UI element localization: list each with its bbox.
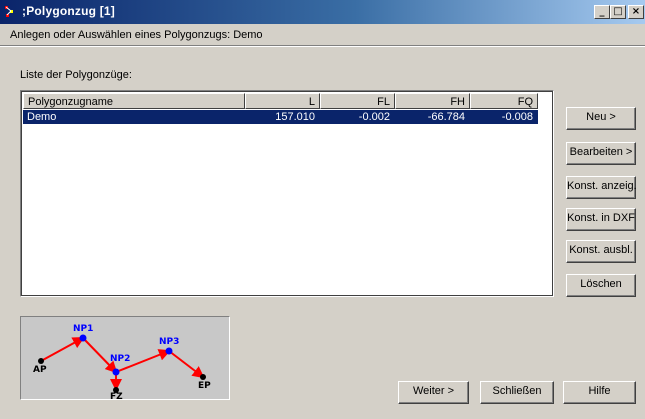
polygonzug-preview: AP NP1 NP2 NP3 EP FZ bbox=[20, 316, 230, 400]
konst-ausbl-button[interactable]: Konst. ausbl. bbox=[566, 240, 636, 263]
column-header-l[interactable]: L bbox=[245, 93, 320, 109]
konst-in-dxf-button[interactable]: Konst. in DXF bbox=[566, 208, 636, 231]
node-ap bbox=[38, 358, 44, 364]
edge-np3-ep bbox=[168, 350, 205, 379]
node-np2 bbox=[112, 368, 120, 376]
label-fz: FZ bbox=[110, 392, 123, 399]
polygonzug-diagram: AP NP1 NP2 NP3 EP FZ bbox=[33, 324, 211, 399]
list-header: Polygonzugname L FL FH FQ bbox=[23, 93, 553, 109]
column-header-fl[interactable]: FL bbox=[320, 93, 395, 109]
neu-button[interactable]: Neu > bbox=[566, 107, 636, 130]
weiter-button[interactable]: Weiter > bbox=[398, 381, 469, 404]
cell-fq: -0.008 bbox=[501, 111, 533, 123]
node-np1 bbox=[79, 334, 87, 342]
label-ap: AP bbox=[33, 365, 47, 375]
cell-fl: -0.002 bbox=[358, 111, 390, 123]
subtitle-bar: Anlegen oder Auswählen eines Polygonzugs… bbox=[0, 25, 645, 46]
polygonzug-list[interactable]: Polygonzugname L FL FH FQ Demo 157.010 -… bbox=[20, 90, 554, 297]
label-ep: EP bbox=[198, 381, 211, 391]
subtitle-text: Anlegen oder Auswählen eines Polygonzugs… bbox=[10, 29, 263, 41]
close-button[interactable]: × bbox=[628, 5, 644, 19]
cell-name: Demo bbox=[27, 111, 57, 123]
edge-ap-np1 bbox=[40, 337, 85, 362]
window-title: ;Polygonzug [1] bbox=[22, 4, 115, 18]
minimize-button[interactable]: _ bbox=[594, 5, 610, 19]
loeschen-button[interactable]: Löschen bbox=[566, 274, 636, 297]
hilfe-button[interactable]: Hilfe bbox=[563, 381, 636, 404]
list-label: Liste der Polygonzüge: bbox=[20, 69, 132, 81]
node-ep bbox=[200, 374, 206, 380]
bearbeiten-button[interactable]: Bearbeiten > bbox=[566, 142, 636, 165]
node-np3 bbox=[165, 347, 173, 355]
label-np1: NP1 bbox=[73, 324, 93, 334]
cell-fh: -66.784 bbox=[427, 111, 465, 123]
schliessen-button[interactable]: Schließen bbox=[480, 381, 554, 404]
column-header-fq[interactable]: FQ bbox=[470, 93, 538, 109]
label-np2: NP2 bbox=[110, 354, 130, 364]
app-icon bbox=[5, 6, 13, 17]
label-np3: NP3 bbox=[159, 337, 179, 347]
cell-l: 157.010 bbox=[275, 111, 315, 123]
konst-anzeig-button[interactable]: Konst. anzeig. bbox=[566, 176, 637, 199]
column-header-name[interactable]: Polygonzugname bbox=[23, 93, 245, 109]
title-bar[interactable]: ;Polygonzug [1] _ □ × bbox=[0, 0, 645, 24]
polygonzug-dialog: ;Polygonzug [1] _ □ × Anlegen oder Auswä… bbox=[0, 0, 645, 419]
column-header-fh[interactable]: FH bbox=[395, 93, 470, 109]
maximize-button[interactable]: □ bbox=[610, 5, 626, 19]
table-row[interactable]: Demo 157.010 -0.002 -66.784 -0.008 bbox=[23, 110, 538, 124]
